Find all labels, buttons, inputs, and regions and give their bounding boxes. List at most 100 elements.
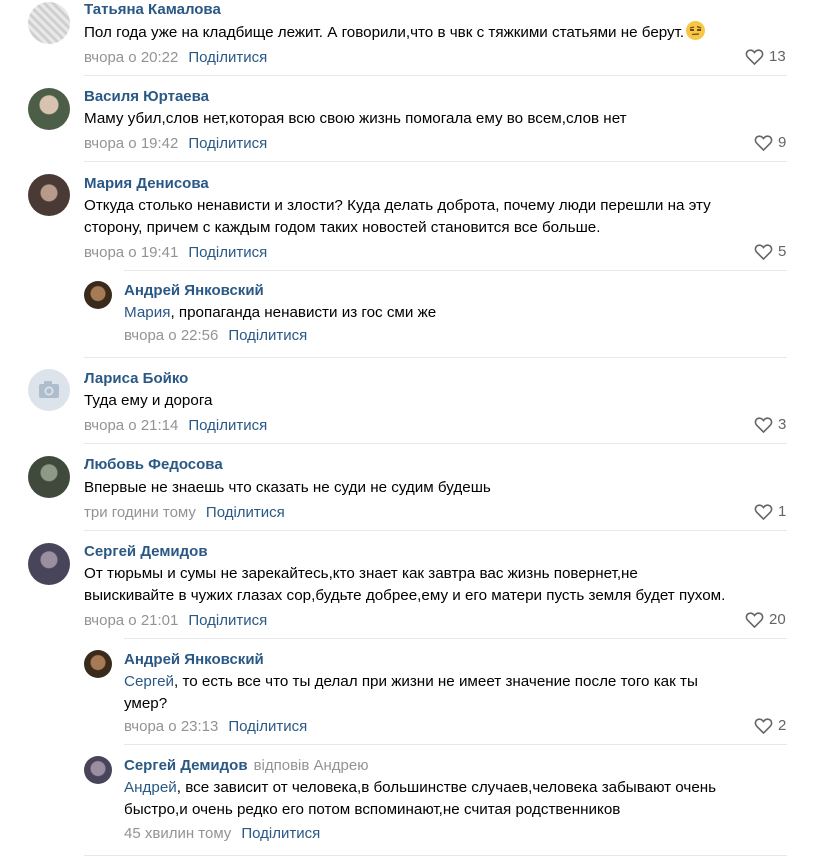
share-link[interactable]: Поділитися (228, 718, 307, 735)
comment-meta: вчора о 22:56 Поділитися (124, 327, 307, 344)
comment-time[interactable]: три години тому (84, 504, 196, 521)
share-link[interactable]: Поділитися (206, 504, 285, 521)
comment-text-line: Пол года уже на кладбище лежит. А говори… (84, 24, 685, 41)
comment-text-line: , то есть все что ты делал при жизни не … (174, 673, 698, 690)
like-count: 20 (769, 611, 786, 628)
like-button[interactable]: 5 (754, 243, 787, 261)
avatar[interactable] (28, 88, 70, 130)
comment-text: От тюрьмы и сумы не зарекайтесь,кто знае… (84, 563, 725, 607)
comment-time[interactable]: вчора о 21:01 (84, 612, 178, 629)
comment-text-line: сторону, причем с каждым годом таких нов… (84, 219, 601, 236)
reply-address-link[interactable]: Андрей (124, 779, 177, 796)
comment-text: Пол года уже на кладбище лежит. А говори… (84, 21, 706, 44)
heart-icon (754, 244, 773, 261)
comment-meta: вчора о 19:41 Поділитися (84, 244, 267, 261)
like-count: 9 (778, 134, 787, 151)
comment-meta: 45 хвилин тому Поділитися (124, 825, 320, 842)
comment-author[interactable]: Андрей Янковский (124, 651, 264, 668)
divider (84, 161, 787, 162)
like-button[interactable]: 2 (754, 717, 787, 735)
comment-author[interactable]: Любовь Федосова (84, 456, 223, 473)
comment-time[interactable]: 45 хвилин тому (124, 825, 231, 842)
comment-text-line: умер? (124, 695, 168, 712)
comment-author[interactable]: Татьяна Камалова (84, 1, 221, 18)
share-link[interactable]: Поділитися (188, 49, 267, 66)
like-button[interactable]: 13 (745, 48, 786, 66)
heart-icon (745, 612, 764, 629)
like-count: 3 (778, 416, 787, 433)
like-count: 1 (778, 503, 787, 520)
comment-text-line: Маму убил,слов нет,которая всю свою жизн… (84, 110, 627, 127)
like-count: 5 (778, 243, 787, 260)
avatar[interactable] (84, 281, 112, 309)
comment-meta: вчора о 21:01 Поділитися (84, 612, 267, 629)
comment-time[interactable]: вчора о 22:56 (124, 327, 218, 344)
divider (124, 744, 787, 745)
comment-text-line: Откуда столько ненависти и злости? Куда … (84, 197, 711, 214)
avatar[interactable] (28, 174, 70, 216)
comment-author[interactable]: Василя Юртаева (84, 88, 209, 105)
divider (124, 270, 787, 271)
comment-author[interactable]: Сергей Демидов (84, 543, 208, 560)
heart-icon (754, 135, 773, 152)
divider (84, 530, 787, 531)
share-link[interactable]: Поділитися (241, 825, 320, 842)
comment-text: Впервые не знаешь что сказать не суди не… (84, 477, 491, 499)
like-button[interactable]: 3 (754, 416, 787, 434)
replied-to[interactable]: відповів Андрею (254, 757, 369, 774)
heart-icon (754, 417, 773, 434)
comment-meta: вчора о 19:42 Поділитися (84, 135, 267, 152)
comment-text: Мария, пропаганда ненависти из гос сми ж… (124, 302, 436, 324)
comment-text-line: быстро,и очень редко его потом вспоминаю… (124, 801, 621, 818)
comment-time[interactable]: вчора о 19:42 (84, 135, 178, 152)
like-count: 2 (778, 717, 787, 734)
share-link[interactable]: Поділитися (188, 244, 267, 261)
comment-meta: вчора о 21:14 Поділитися (84, 417, 267, 434)
avatar[interactable] (84, 756, 112, 784)
face-with-raised-eyebrow-icon (686, 21, 706, 40)
comment-meta: вчора о 23:13 Поділитися (124, 718, 307, 735)
heart-icon (754, 504, 773, 521)
like-button[interactable]: 1 (754, 503, 787, 521)
like-button[interactable]: 9 (754, 134, 787, 152)
divider (84, 855, 787, 856)
comment-author[interactable]: Мария Денисова (84, 175, 209, 192)
comment-text: Маму убил,слов нет,которая всю свою жизн… (84, 108, 627, 130)
comment-text: Откуда столько ненависти и злости? Куда … (84, 195, 711, 239)
comment-author: Сергей Демидов відповів Андрею (124, 757, 369, 774)
like-button[interactable]: 20 (745, 611, 786, 629)
avatar[interactable] (28, 456, 70, 498)
comment-author[interactable]: Лариса Бойко (84, 370, 188, 387)
divider (84, 75, 787, 76)
comment-text: Туда ему и дорога (84, 390, 212, 412)
avatar[interactable] (28, 2, 70, 44)
share-link[interactable]: Поділитися (188, 612, 267, 629)
share-link[interactable]: Поділитися (228, 327, 307, 344)
divider (84, 357, 787, 358)
avatar[interactable] (84, 650, 112, 678)
comment-text-line: Туда ему и дорога (84, 392, 213, 409)
comment-meta: вчора о 20:22 Поділитися (84, 49, 267, 66)
comment-time[interactable]: вчора о 19:41 (84, 244, 178, 261)
comment-author[interactable]: Андрей Янковский (124, 282, 264, 299)
avatar[interactable] (28, 369, 70, 411)
comment-text-line: Впервые не знаешь что сказать не суди не… (84, 479, 491, 496)
comment-text-line: выискивайте в чужих глазах сор,будьте до… (84, 587, 726, 604)
share-link[interactable]: Поділитися (188, 135, 267, 152)
author-link[interactable]: Сергей Демидов (124, 757, 248, 774)
comment-meta: три години тому Поділитися (84, 504, 285, 521)
reply-address-link[interactable]: Сергей (124, 673, 174, 690)
reply-address-link[interactable]: Мария (124, 304, 170, 321)
like-count: 13 (769, 48, 786, 65)
divider (124, 638, 787, 639)
heart-icon (745, 49, 764, 66)
comment-time[interactable]: вчора о 21:14 (84, 417, 178, 434)
avatar[interactable] (28, 543, 70, 585)
comment-text-line: , все зависит от человека,в большинстве … (176, 779, 717, 796)
comment-time[interactable]: вчора о 23:13 (124, 718, 218, 735)
comment-text-line: , пропаганда ненависти из гос сми же (170, 304, 437, 321)
comment-text: Андрей, все зависит от человека,в больши… (124, 777, 716, 821)
share-link[interactable]: Поділитися (188, 417, 267, 434)
divider (84, 443, 787, 444)
comment-time[interactable]: вчора о 20:22 (84, 49, 178, 66)
